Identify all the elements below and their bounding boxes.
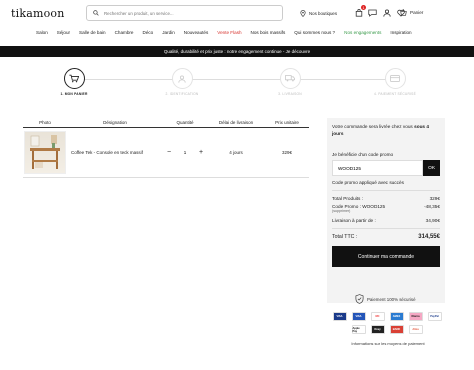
apple-pay-logo: Apple Pay (351, 325, 366, 334)
nav-item-jardin[interactable]: Jardin (162, 30, 175, 35)
payment-info-link[interactable]: Informations sur les moyens de paiement (338, 341, 438, 346)
nav-item-bois-massifs[interactable]: Nos bois massifs (251, 30, 286, 35)
promo-code-input[interactable] (332, 160, 424, 176)
quantity-input[interactable] (179, 149, 191, 155)
nav-item-engagements[interactable]: Nos engagements (344, 30, 381, 35)
nav-item-deco[interactable]: Déco (143, 30, 154, 35)
nav-item-vente-flash[interactable]: Vente Flash (217, 30, 241, 35)
total-products-value: 329€ (429, 196, 440, 201)
store-pin-icon (300, 10, 306, 17)
secure-label: Paiement 100% sécurisé (367, 296, 416, 302)
promo-label: Je bénéficie d'un code promo (332, 152, 394, 157)
bank-transfer-logo: BANK (389, 325, 404, 334)
stores-label: Nos boutiques (309, 11, 338, 16)
step-identification: 2. IDENTIFICATION (152, 68, 212, 96)
total-value: 314,55€ (418, 234, 440, 240)
chat-icon (368, 9, 377, 17)
cart-link[interactable]: Panier (400, 9, 423, 16)
continue-order-button[interactable]: Continuer ma commande (332, 246, 440, 267)
search-bar[interactable] (86, 5, 283, 21)
total-products-row: Total Produits : 329€ (332, 196, 440, 201)
nav-item-inspiration[interactable]: Inspiration (390, 30, 411, 35)
total-row: Total TTC : 314,55€ (332, 234, 440, 240)
col-unit-price: Prix unitaire (265, 119, 309, 128)
product-name[interactable]: Coffee Tek - Console en teck massif (67, 127, 163, 178)
amex-logo: AMEX (389, 312, 404, 321)
delivery-info: Votre commande sera livrée chez vous sou… (332, 123, 440, 137)
promo-form: OK (332, 160, 440, 176)
promo-banner[interactable]: Qualité, durabilité et prix juste : notr… (0, 46, 474, 57)
decrease-button[interactable]: − (165, 149, 173, 156)
quantity-stepper: − + (163, 149, 207, 156)
klarna-logo: Klarna (408, 312, 423, 321)
logo[interactable]: tikamoon (11, 7, 65, 20)
basket-icon (400, 9, 407, 16)
divider (332, 228, 440, 229)
step-label: 2. IDENTIFICATION (165, 92, 199, 96)
promo-applied-message: Code promo appliqué avec succès (332, 180, 404, 185)
step-delivery: 3. LIVRAISON (260, 68, 320, 96)
remove-promo-link[interactable]: (supprimer) (332, 209, 440, 213)
shield-icon (355, 294, 364, 304)
promo-line-value: -48,35€ (424, 204, 440, 209)
mastercard-logo: MC (370, 312, 385, 321)
main-nav: Salon Séjour Salle de bain Chambre Déco … (36, 30, 421, 35)
col-quantity: Quantité (163, 119, 207, 128)
oney-logo: Oney (370, 325, 385, 334)
cart-count-badge: 1 (361, 5, 366, 10)
step-label: 4. PAIEMENT SÉCURISÉ (374, 92, 416, 96)
steps-line (74, 79, 394, 80)
search-input[interactable] (104, 10, 274, 16)
stores-link[interactable]: Nos boutiques (300, 10, 337, 17)
shipping-row: Livraison à partir de : 34,90€ (332, 218, 440, 223)
nav-item-nouveautes[interactable]: Nouveautés (184, 30, 209, 35)
divider (332, 190, 440, 191)
col-delay: Délai de livraison (207, 119, 265, 128)
visa-logo: VISA (332, 312, 347, 321)
order-summary: Votre commande sera livrée chez vous sou… (327, 118, 445, 303)
unit-price: 329€ (265, 127, 309, 178)
step-label: 3. LIVRAISON (278, 92, 302, 96)
step-label: 1. MON PANIER (60, 92, 88, 96)
nav-item-qui-sommes-nous[interactable]: Qui sommes nous ? (294, 30, 335, 35)
account-button[interactable] (382, 8, 391, 17)
checkout-steps: 1. MON PANIER 2. IDENTIFICATION 3. LIVRA… (0, 68, 474, 98)
cart-icon (69, 74, 79, 83)
chat-button[interactable] (368, 8, 377, 17)
col-photo: Photo (23, 119, 67, 128)
step-payment: 4. PAIEMENT SÉCURISÉ (365, 68, 425, 96)
total-label: Total TTC : (332, 234, 358, 240)
cart-label: Panier (410, 10, 424, 15)
secure-payment: Paiement 100% sécurisé (355, 294, 416, 304)
visa-electron-logo: VISA (351, 312, 366, 321)
alma-logo: Alma (408, 325, 423, 334)
step-cart: 1. MON PANIER (44, 68, 104, 96)
delivery-prefix: Votre commande sera livrée chez vous (332, 124, 413, 129)
card-icon (390, 75, 400, 82)
user-icon (178, 75, 186, 83)
nav-item-salon[interactable]: Salon (36, 30, 48, 35)
console-illustration (30, 134, 60, 169)
col-designation: Désignation (67, 119, 163, 128)
promo-ok-button[interactable]: OK (423, 160, 440, 176)
total-products-label: Total Produits : (332, 196, 364, 201)
paypal-logo: PayPal (427, 312, 442, 321)
user-icon (382, 9, 391, 17)
table-row: Coffee Tek - Console en teck massif − + … (23, 127, 309, 178)
product-image[interactable] (24, 130, 66, 174)
increase-button[interactable]: + (197, 149, 205, 156)
nav-item-chambre[interactable]: Chambre (115, 30, 134, 35)
payment-methods: VISA VISA MC AMEX Klarna PayPal Apple Pa… (331, 312, 443, 334)
truck-icon (285, 75, 295, 82)
delivery-delay: 4 jours (207, 127, 265, 178)
nav-item-sejour[interactable]: Séjour (57, 30, 70, 35)
nav-item-salle-de-bain[interactable]: Salle de bain (79, 30, 106, 35)
shipping-label: Livraison à partir de : (332, 218, 376, 223)
cart-table: Photo Désignation Quantité Délai de livr… (23, 119, 309, 178)
shipping-value: 34,90€ (425, 218, 440, 223)
search-icon (93, 10, 99, 16)
cart-shortcut-button[interactable]: 1 (354, 5, 366, 17)
banner-text: Qualité, durabilité et prix juste : notr… (163, 49, 311, 54)
